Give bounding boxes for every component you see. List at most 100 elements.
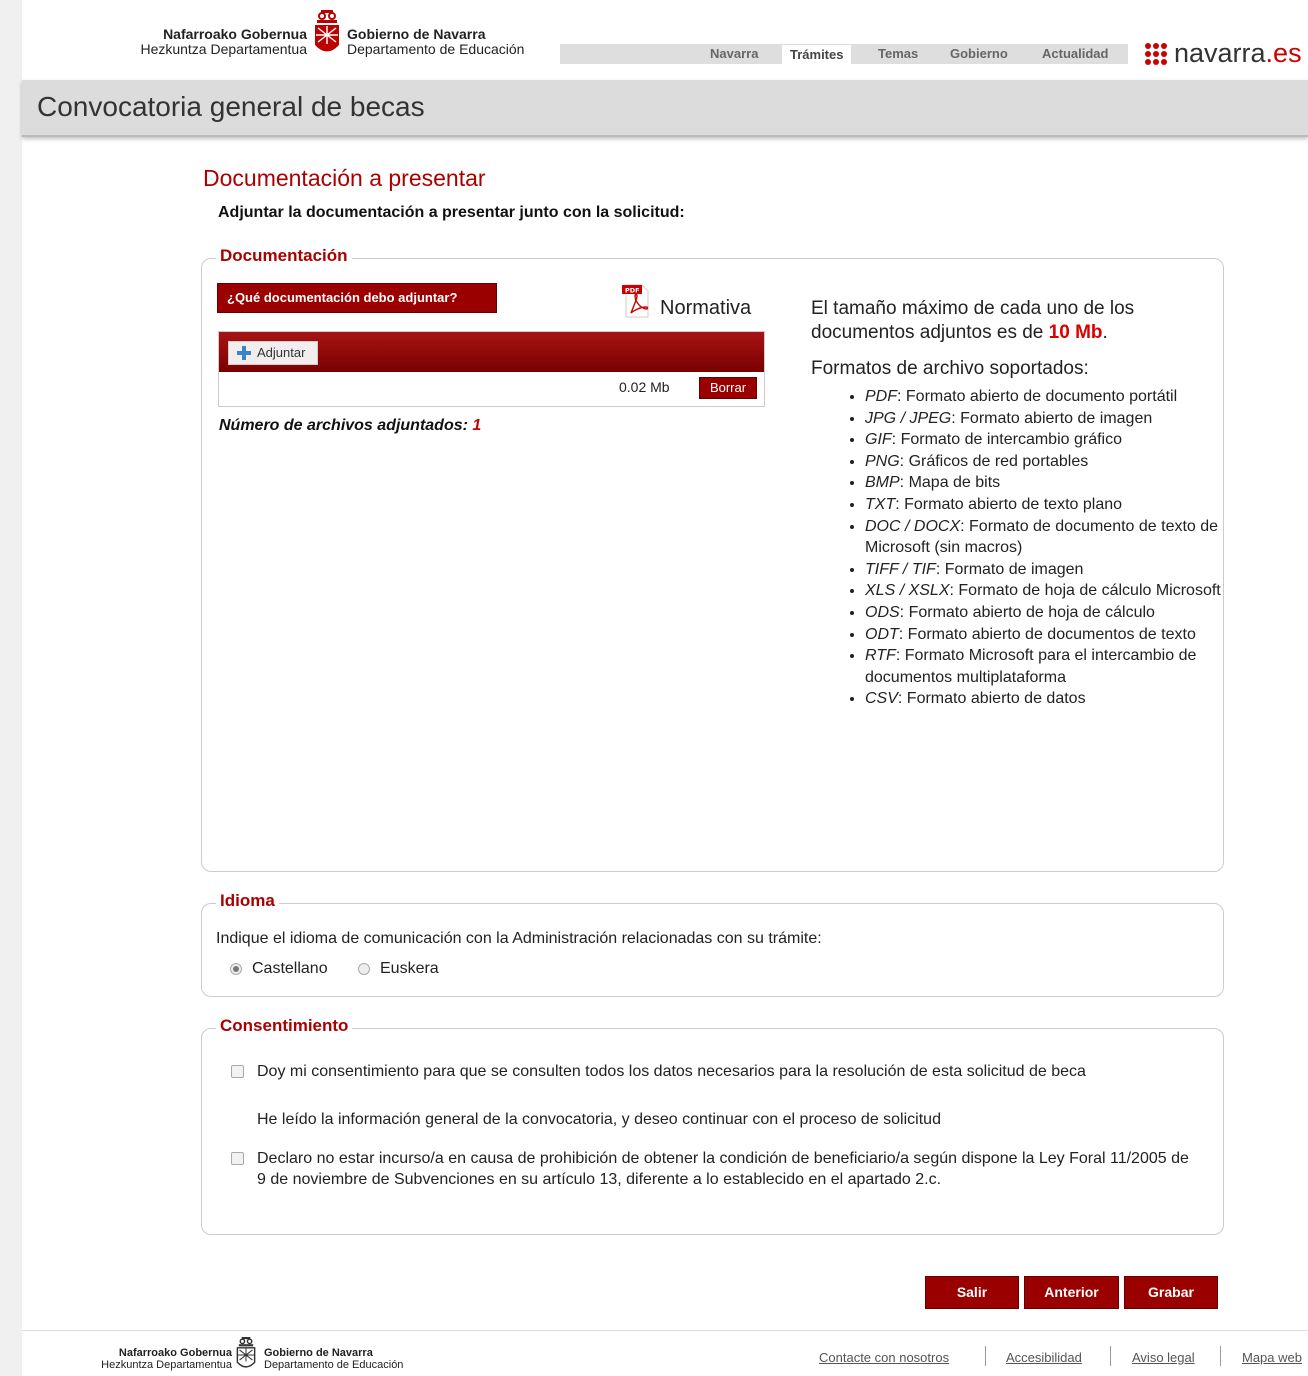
file-size: 0.02 Mb (619, 379, 670, 395)
format-desc: : Formato abierto de documentos de texto (898, 625, 1196, 643)
list-item: CSV: Formato abierto de datos (865, 688, 1225, 710)
footer-separator (1110, 1346, 1111, 1366)
format-ext: BMP (865, 474, 900, 492)
list-item: PNG: Gráficos de red portables (865, 451, 1225, 473)
footer-separator (985, 1346, 986, 1366)
formats-title: Formatos de archivo soportados: (811, 358, 1089, 379)
top-navigation: Navarra Trámites Temas Gobierno Actualid… (560, 44, 1128, 64)
attach-button[interactable]: Adjuntar (228, 341, 318, 365)
previous-button[interactable]: Anterior (1024, 1276, 1119, 1309)
file-uploader: Adjuntar 0.02 Mb Borrar (218, 331, 765, 407)
required-docs-button[interactable]: ¿Qué documentación debo adjuntar? (217, 283, 497, 313)
format-ext: ODT (865, 625, 899, 643)
format-ext: PNG (865, 452, 900, 470)
title-bar: Convocatoria general de becas (22, 80, 1308, 137)
radio-selected-icon[interactable] (230, 963, 242, 975)
list-item: TIFF / TIF: Formato de imagen (865, 559, 1225, 581)
format-ext: CSV (865, 690, 898, 708)
section-title: Documentación a presentar (203, 165, 486, 191)
footer-link-accessibility[interactable]: Accesibilidad (1006, 1350, 1082, 1365)
max-size-info: El tamaño máximo de cada uno de los docu… (811, 297, 1211, 345)
nav-item-temas[interactable]: Temas (878, 46, 918, 61)
format-desc: : Formato de hoja de cálculo Microsoft (949, 582, 1221, 600)
format-desc: : Formato de imagen (935, 560, 1084, 578)
format-desc: : Formato de intercambio gráfico (891, 431, 1122, 449)
page-title: Convocatoria general de becas (37, 91, 425, 122)
format-ext: XLS / XSLX (865, 582, 950, 600)
format-desc: : Formato abierto de texto plano (895, 495, 1123, 513)
list-item: JPG / JPEG: Formato abierto de imagen (865, 408, 1225, 430)
pdf-icon: PDF (622, 284, 649, 318)
footer-dept-basque: Hezkuntza Departamentua (101, 1359, 232, 1371)
footer-link-contact[interactable]: Contacte con nosotros (819, 1350, 949, 1365)
exit-button[interactable]: Salir (925, 1276, 1019, 1309)
org-name-basque: Nafarroako Gobernua (163, 26, 307, 42)
documentation-fieldset: Documentación ¿Qué documentación debo ad… (201, 246, 1225, 872)
pdf-icon-label: PDF (625, 287, 640, 295)
normativa-label: Normativa (660, 297, 752, 319)
section-intro: Adjuntar la documentación a presentar ju… (218, 204, 685, 221)
nav-item-tramites[interactable]: Trámites (782, 45, 852, 64)
radio-castellano-label: Castellano (252, 960, 328, 977)
declaration-checkbox[interactable] (231, 1152, 244, 1165)
consent-legend: Consentimiento (216, 1016, 353, 1036)
attached-files-count: Número de archivos adjuntados: 1 (219, 417, 481, 435)
format-ext: TXT (865, 495, 896, 513)
uploader-toolbar: Adjuntar (219, 332, 764, 372)
brand-text: navarra.es (1174, 38, 1302, 69)
dept-name-basque: Hezkuntza Departamentua (140, 41, 307, 57)
declaration-text: Declaro no estar incurso/a en causa de p… (257, 1150, 1189, 1188)
footer-coat-of-arms-icon (236, 1337, 256, 1368)
list-item: GIF: Formato de intercambio gráfico (865, 429, 1225, 451)
dept-name-spanish: Departamento de Educación (347, 41, 525, 57)
list-item: XLS / XSLX: Formato de hoja de cálculo M… (865, 580, 1225, 602)
brand-suffix: .es (1265, 38, 1302, 68)
count-value: 1 (472, 417, 482, 434)
format-ext: DOC / DOCX (865, 517, 961, 535)
language-legend: Idioma (216, 891, 279, 911)
format-ext: ODS (865, 603, 900, 621)
radio-unselected-icon[interactable] (358, 963, 370, 975)
nav-item-actualidad[interactable]: Actualidad (1042, 46, 1108, 61)
attach-button-label: Adjuntar (257, 345, 306, 360)
consent-info-note: He leído la información general de la co… (257, 1111, 941, 1128)
save-button[interactable]: Grabar (1124, 1276, 1218, 1309)
format-desc: : Formato abierto de documento portátil (897, 388, 1178, 405)
site-footer: Nafarroako Gobernua Hezkuntza Departamen… (22, 1330, 1308, 1376)
footer-org-spanish: Gobierno de Navarra (264, 1347, 373, 1359)
delete-file-button[interactable]: Borrar (699, 377, 757, 399)
footer-link-sitemap[interactable]: Mapa web (1242, 1350, 1302, 1365)
format-desc: : Formato abierto de datos (897, 690, 1086, 708)
format-desc: : Formato Microsoft para el intercambio … (865, 647, 1197, 686)
list-item: TXT: Formato abierto de texto plano (865, 494, 1225, 516)
coat-of-arms-icon (315, 10, 339, 52)
nav-item-gobierno[interactable]: Gobierno (950, 46, 1008, 61)
formats-list: PDF: Formato abierto de documento portát… (847, 386, 1225, 710)
site-header: Nafarroako Gobernua Hezkuntza Departamen… (22, 0, 1308, 80)
format-ext: JPG / JPEG (865, 409, 952, 427)
format-desc: : Formato abierto de imagen (951, 409, 1153, 427)
format-desc: : Gráficos de red portables (899, 452, 1089, 470)
documentation-legend: Documentación (216, 246, 352, 266)
consent-data-checkbox[interactable] (231, 1065, 244, 1078)
brand-main: navarra (1174, 38, 1266, 68)
footer-dept-spanish: Departamento de Educación (264, 1359, 404, 1371)
format-desc: : Mapa de bits (899, 474, 1001, 492)
nav-item-navarra[interactable]: Navarra (710, 46, 758, 61)
list-item: PDF: Formato abierto de documento portát… (865, 386, 1225, 408)
format-ext: TIFF / TIF (865, 560, 936, 578)
plus-icon (237, 346, 251, 360)
footer-link-legal[interactable]: Aviso legal (1132, 1350, 1195, 1365)
page: Nafarroako Gobernua Hezkuntza Departamen… (22, 0, 1308, 1376)
list-item: ODS: Formato abierto de hoja de cálculo (865, 602, 1225, 624)
language-fieldset: Idioma Indique el idioma de comunicación… (201, 891, 1224, 997)
max-size-suffix: . (1102, 322, 1108, 343)
list-item: RTF: Formato Microsoft para el intercamb… (865, 645, 1225, 688)
list-item: DOC / DOCX: Formato de documento de text… (865, 516, 1225, 559)
format-ext: GIF (865, 431, 892, 449)
consent-fieldset: Consentimiento Doy mi consentimiento par… (201, 1016, 1224, 1235)
footer-org-basque: Nafarroako Gobernua (118, 1347, 232, 1359)
dots-grid-icon (1145, 43, 1167, 65)
format-ext: PDF (865, 388, 897, 405)
org-name-spanish: Gobierno de Navarra (347, 26, 486, 42)
